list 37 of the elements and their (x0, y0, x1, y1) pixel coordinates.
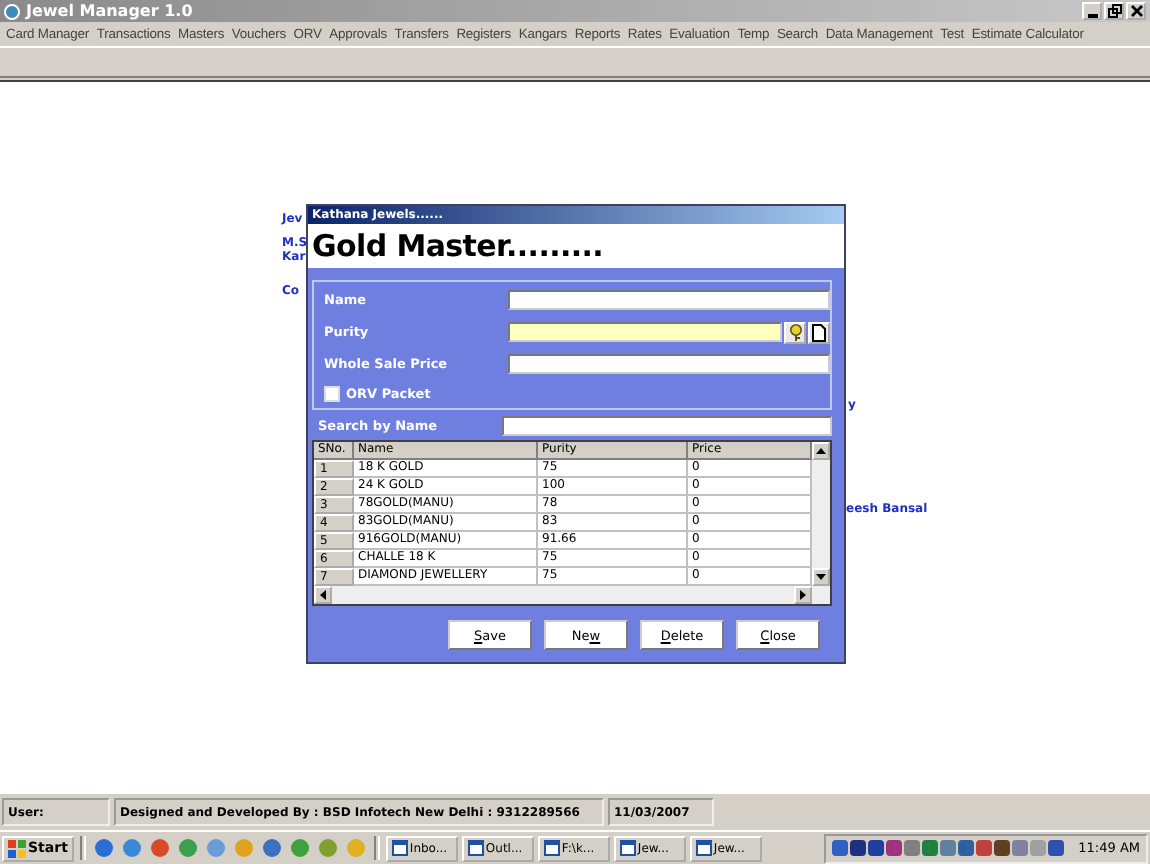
quick-launch-icon[interactable] (177, 838, 198, 858)
key-icon (787, 323, 803, 341)
restore-icon (1107, 4, 1121, 18)
input-field[interactable] (508, 322, 782, 342)
scroll-left-icon (320, 590, 326, 600)
restore-button[interactable] (1104, 2, 1124, 20)
document-icon (812, 323, 826, 341)
quick-launch-icon[interactable] (93, 838, 114, 858)
input-field[interactable] (508, 354, 830, 374)
quick-launch-icon[interactable] (317, 838, 338, 858)
window-icon (695, 840, 712, 856)
windows-flag-icon (8, 839, 26, 857)
horizontal-scrollbar[interactable] (314, 586, 830, 604)
quick-launch-icon[interactable] (261, 838, 282, 858)
quick-launch-icon[interactable] (205, 838, 226, 858)
window-icon (619, 840, 636, 856)
quick-launch-icon[interactable] (121, 838, 142, 858)
input-field[interactable] (508, 290, 830, 310)
window-title: Jewel Manager 1.0 (26, 2, 195, 20)
search-field[interactable] (502, 415, 832, 435)
minimize-button[interactable] (1082, 2, 1102, 20)
vertical-scrollbar[interactable] (812, 442, 830, 586)
window-icon (543, 840, 560, 856)
window-icon (391, 840, 408, 856)
scroll-right-icon (800, 590, 806, 600)
new-entry-button[interactable] (808, 321, 830, 343)
lookup-button[interactable] (784, 321, 806, 343)
checkbox[interactable] (324, 386, 340, 402)
scroll-down-icon (816, 574, 826, 580)
app-icon (4, 3, 20, 19)
quick-launch-icon[interactable] (289, 838, 310, 858)
dialog-heading: Gold Master......... (312, 228, 604, 264)
scroll-up-icon (816, 448, 826, 454)
quick-launch-icon[interactable] (149, 838, 170, 858)
close-icon (1129, 4, 1143, 18)
close-button[interactable] (1126, 2, 1146, 20)
window-icon (467, 840, 484, 856)
